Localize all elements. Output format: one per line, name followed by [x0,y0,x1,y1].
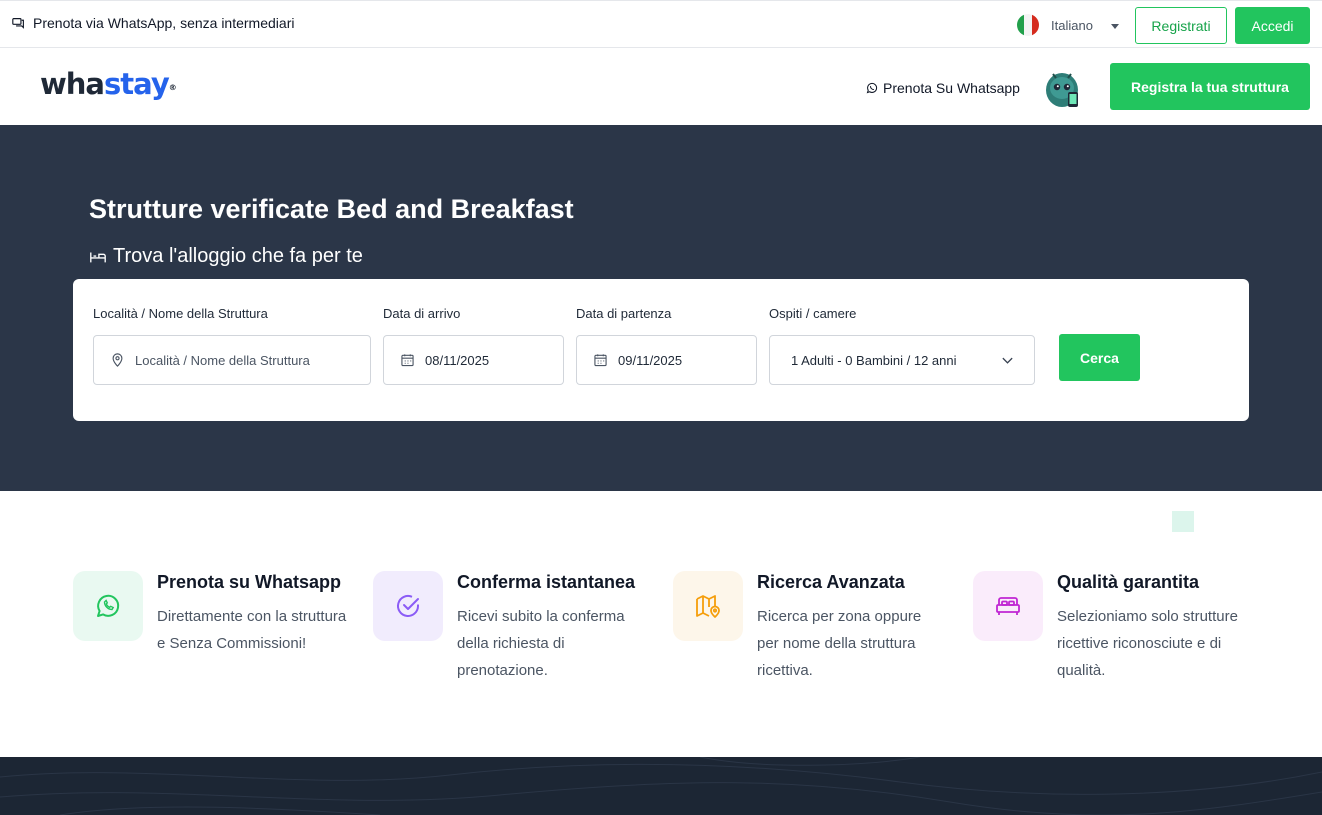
whatsapp-icon [97,594,120,617]
search-form: Località / Nome della Struttura Data di … [73,279,1249,421]
arrival-date-field[interactable]: 08/11/2025 [383,335,564,385]
bed-icon [996,597,1020,615]
feature-title: Ricerca Avanzata [757,572,905,592]
check-circle-icon [397,595,419,617]
guests-select[interactable]: 1 Adulti - 0 Bambini / 12 anni [769,335,1035,385]
decorative-square [1172,511,1194,532]
language-label: Italiano [1051,17,1093,33]
feature-title: Prenota su Whatsapp [157,572,342,592]
bed-icon [90,252,106,262]
hero-subtitle-text: Trova l'alloggio che fa per te [113,245,363,267]
feature-icon-box [673,571,743,641]
feature-icon-box [373,571,443,641]
feature-description: Selezioniamo solo strutture ricettive ri… [1057,608,1238,679]
promo-banner: Prenota via WhatsApp, senza intermediari [12,15,294,31]
italy-flag-icon [1017,14,1039,36]
register-property-button[interactable]: Registra la tua struttura [1110,63,1310,110]
caret-down-icon [1110,23,1119,29]
hero-title: Strutture verificate Bed and Breakfast [89,194,574,224]
departure-date-value: 09/11/2025 [618,352,683,368]
location-field[interactable] [93,335,371,385]
whastay-logo[interactable]: whastay® [40,66,177,102]
logo-registered-mark: ® [168,83,177,92]
language-selector[interactable]: Italiano [1017,14,1119,36]
search-button[interactable]: Cerca [1059,334,1140,381]
whatsapp-booking-link[interactable]: Prenota Su Whatsapp [866,80,1020,96]
calendar-icon [594,354,607,367]
guests-label: Ospiti / camere [769,306,857,321]
map-pin-icon [696,595,720,618]
footer-section [0,757,1322,815]
calendar-icon [401,354,414,367]
hero-subtitle: Trova l'alloggio che fa per te [89,245,363,268]
whatsapp-icon [866,82,878,94]
main-header: whastay® Prenota Su Whatsapp Registra la… [0,48,1322,125]
departure-label: Data di partenza [576,306,672,321]
arrival-label: Data di arrivo [383,306,461,321]
feature-icon-box [973,571,1043,641]
feature-description: Ricevi subito la conferma della richiest… [457,608,625,679]
departure-date-field[interactable]: 09/11/2025 [576,335,757,385]
location-label: Località / Nome della Struttura [93,306,268,321]
feature-description: Ricerca per zona oppure per nome della s… [757,608,922,679]
promo-text: Prenota via WhatsApp, senza intermediari [33,15,295,31]
logo-text-stay: stay [104,67,170,101]
mascot-avatar[interactable] [1042,68,1082,110]
top-bar: Prenota via WhatsApp, senza intermediari… [0,0,1322,48]
map-pin-icon [112,353,123,367]
feature-title: Qualità garantita [1057,572,1200,592]
login-button[interactable]: Accedi [1235,7,1310,44]
guests-value: 1 Adulti - 0 Bambini / 12 anni [791,352,957,368]
logo-text-wha: wha [40,67,105,101]
chat-icon [12,17,24,29]
feature-icon-box [73,571,143,641]
topographic-pattern [0,757,1322,815]
whatsapp-link-label: Prenota Su Whatsapp [883,80,1020,96]
feature-title: Conferma istantanea [457,572,636,592]
arrival-date-value: 08/11/2025 [425,352,490,368]
location-input[interactable] [135,352,370,368]
chevron-down-icon [1002,357,1013,364]
register-button[interactable]: Registrati [1135,7,1227,44]
feature-description: Direttamente con la struttura e Senza Co… [157,608,347,652]
